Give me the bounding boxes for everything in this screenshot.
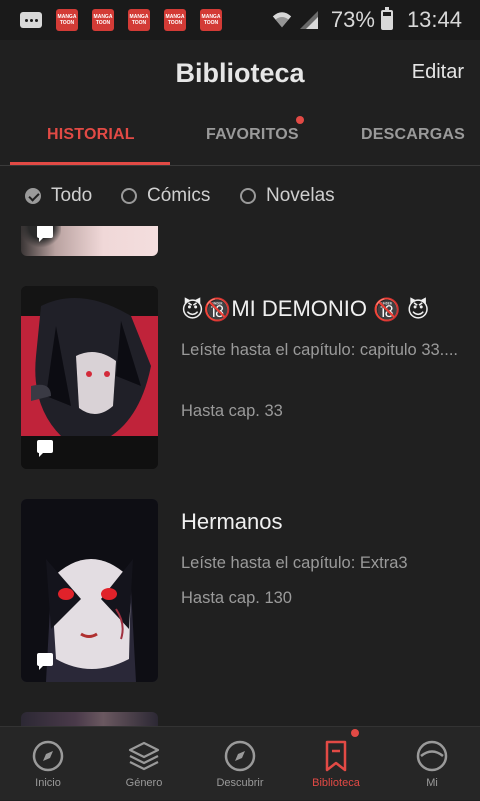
- nav-mi[interactable]: Mi: [384, 727, 480, 801]
- reading-progress: Leíste hasta el capítulo: Extra3: [181, 554, 408, 572]
- filter-comics[interactable]: Cómics: [121, 185, 210, 207]
- mangatoon-notification-icon: MANGA TOON: [56, 9, 78, 31]
- status-bar: MANGA TOON MANGA TOON MANGA TOON MANGA T…: [0, 0, 480, 40]
- comic-cover: [21, 712, 158, 726]
- nav-label: Inicio: [35, 777, 61, 789]
- nav-genero[interactable]: Género: [96, 727, 192, 801]
- chapter-count: Hasta cap. 33: [181, 402, 283, 420]
- list-item[interactable]: Hermanos Leíste hasta el capítulo: Extra…: [0, 499, 480, 682]
- content-type-filter: Todo Cómics Novelas: [0, 166, 480, 226]
- history-list: 😈🔞MI DEMONIO 🔞 😈 Leíste hasta el capítul…: [0, 226, 480, 726]
- face-icon: [416, 740, 448, 772]
- layers-icon: [128, 741, 160, 771]
- filter-label: Novelas: [266, 185, 335, 206]
- bookmark-icon: [325, 740, 347, 772]
- filter-label: Todo: [51, 185, 93, 206]
- title-emoji: 🔞 😈: [373, 297, 430, 323]
- list-item-partial[interactable]: [0, 712, 480, 726]
- clock: 13:44: [406, 7, 462, 32]
- favoritos-badge-dot: [296, 116, 304, 124]
- nav-label: Mi: [426, 777, 438, 789]
- nav-biblioteca[interactable]: Biblioteca: [288, 727, 384, 801]
- comic-cover: [21, 286, 158, 469]
- title-emoji: 😈🔞: [181, 297, 232, 323]
- battery-percent: 73%: [330, 7, 375, 32]
- bottom-navigation: Inicio Género Descubrir Biblioteca Mi: [0, 726, 480, 800]
- biblioteca-badge-dot: [351, 729, 359, 737]
- comment-bubble-icon: [37, 226, 53, 242]
- radio-icon: [240, 188, 256, 204]
- checked-radio-icon: [25, 188, 41, 204]
- reading-progress: Leíste hasta el capítulo: capitulo 33...…: [181, 341, 459, 359]
- nav-label: Biblioteca: [312, 777, 360, 789]
- nav-inicio[interactable]: Inicio: [0, 727, 96, 801]
- comment-bubble-icon: [37, 653, 53, 670]
- filter-label: Cómics: [147, 185, 211, 206]
- mangatoon-notification-icon: MANGA TOON: [200, 9, 222, 31]
- comic-title: 😈🔞MI DEMONIO 🔞 😈: [181, 296, 430, 323]
- tab-favoritos[interactable]: FAVORITOS: [206, 126, 299, 144]
- battery-level: [382, 16, 391, 28]
- chapter-count: Hasta cap. 130: [181, 589, 292, 607]
- compass-icon: [224, 740, 256, 772]
- app-header: Biblioteca Editar: [0, 40, 480, 108]
- tab-descargas[interactable]: DESCARGAS: [361, 126, 465, 144]
- comic-title: Hermanos: [181, 509, 283, 534]
- filter-todo[interactable]: Todo: [25, 185, 92, 207]
- mangatoon-notification-icon: MANGA TOON: [128, 9, 150, 31]
- mangatoon-notification-icon: MANGA TOON: [164, 9, 186, 31]
- compass-icon: [32, 740, 64, 772]
- library-tabs: HISTORIAL FAVORITOS DESCARGAS: [0, 108, 480, 166]
- mangatoon-notification-icon: MANGA TOON: [92, 9, 114, 31]
- nav-label: Descubrir: [216, 777, 264, 789]
- battery-icon: [380, 7, 393, 30]
- comic-cover: [21, 499, 158, 682]
- filter-novelas[interactable]: Novelas: [240, 185, 335, 207]
- nav-descubrir[interactable]: Descubrir: [192, 727, 288, 801]
- cell-signal-icon: [299, 11, 318, 29]
- nav-label: Género: [125, 777, 163, 789]
- active-tab-indicator: [10, 162, 170, 165]
- wifi-icon: [272, 12, 292, 28]
- list-item-partial[interactable]: [0, 226, 480, 256]
- radio-icon: [121, 188, 137, 204]
- comment-bubble-icon: [37, 440, 53, 457]
- message-dots-icon: [20, 12, 42, 28]
- tab-historial[interactable]: HISTORIAL: [47, 126, 135, 144]
- page-title: Biblioteca: [175, 58, 305, 88]
- comic-cover: [21, 226, 158, 256]
- list-item[interactable]: 😈🔞MI DEMONIO 🔞 😈 Leíste hasta el capítul…: [0, 286, 480, 469]
- edit-button[interactable]: Editar: [412, 61, 464, 84]
